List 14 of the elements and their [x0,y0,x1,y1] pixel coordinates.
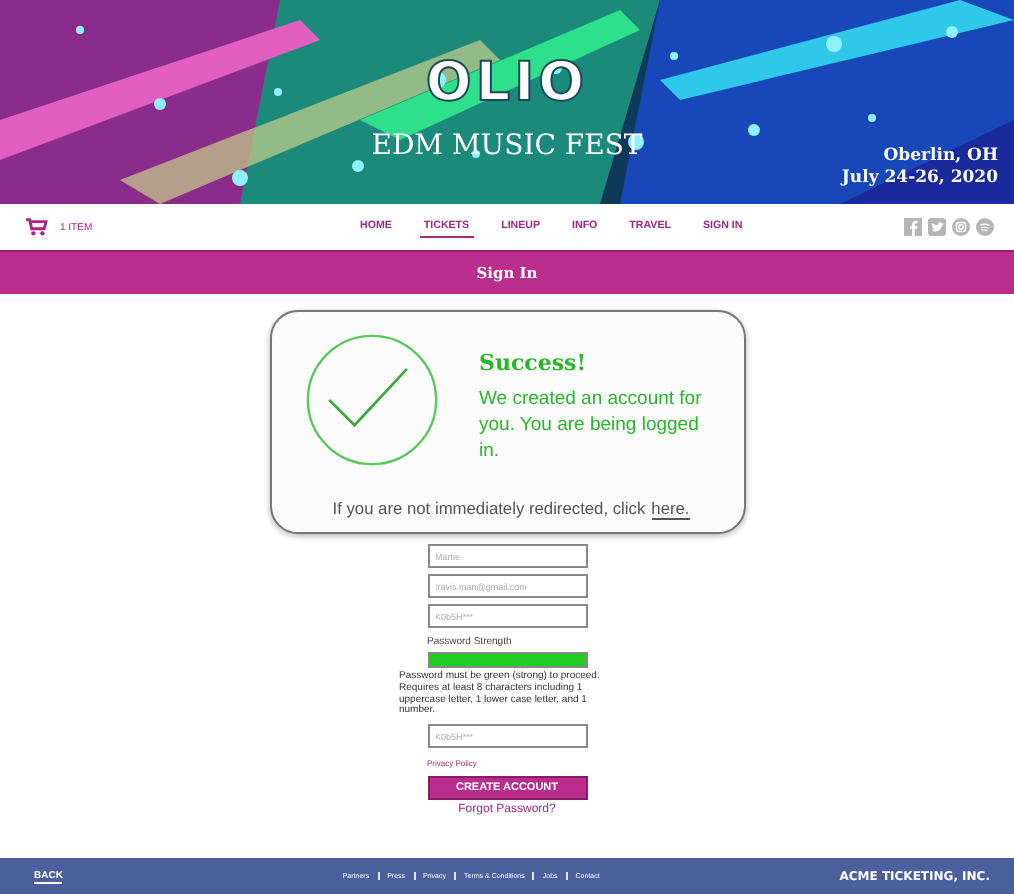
success-heading: Success! [479,350,589,376]
success-message: We created an account for you. You are being logged in. [479,386,704,464]
cart-icon[interactable] [26,218,48,236]
dates-text: July 24-26, 2020 [841,168,998,190]
twitter-icon[interactable] [928,218,946,236]
facebook-icon[interactable] [904,218,922,236]
redirect-text: If you are not immediately redirected, click [332,498,646,520]
spotify-icon[interactable] [976,218,994,236]
location-text: Oberlin, OH [883,146,998,168]
checkmark-circle-icon [303,332,439,468]
redirect-link[interactable]: here. [651,498,690,520]
instagram-icon[interactable] [952,218,970,236]
festival-logo: OLIO [425,52,589,116]
festival-subtitle: EDM MUSIC FEST [371,130,643,162]
